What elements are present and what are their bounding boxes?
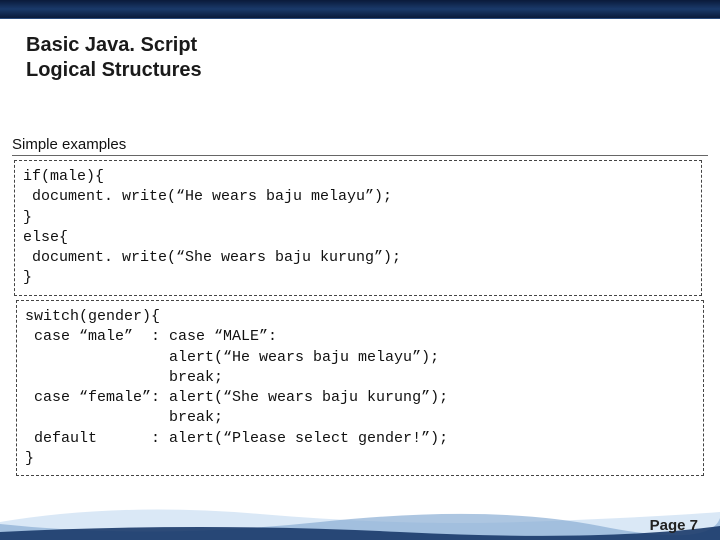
footer-wave-decoration bbox=[0, 492, 720, 540]
header-bar bbox=[0, 0, 720, 19]
title-block: Basic Java. Script Logical Structures bbox=[0, 19, 720, 85]
title-line-1: Basic Java. Script bbox=[26, 33, 694, 58]
title-line-2: Logical Structures bbox=[26, 58, 694, 83]
code-box-if-else: if(male){ document. write(“He wears baju… bbox=[14, 160, 702, 296]
code-box-switch: switch(gender){ case “male” : case “MALE… bbox=[16, 300, 704, 476]
page-number: Page 7 bbox=[650, 517, 698, 534]
section-subtitle: Simple examples bbox=[12, 136, 708, 156]
